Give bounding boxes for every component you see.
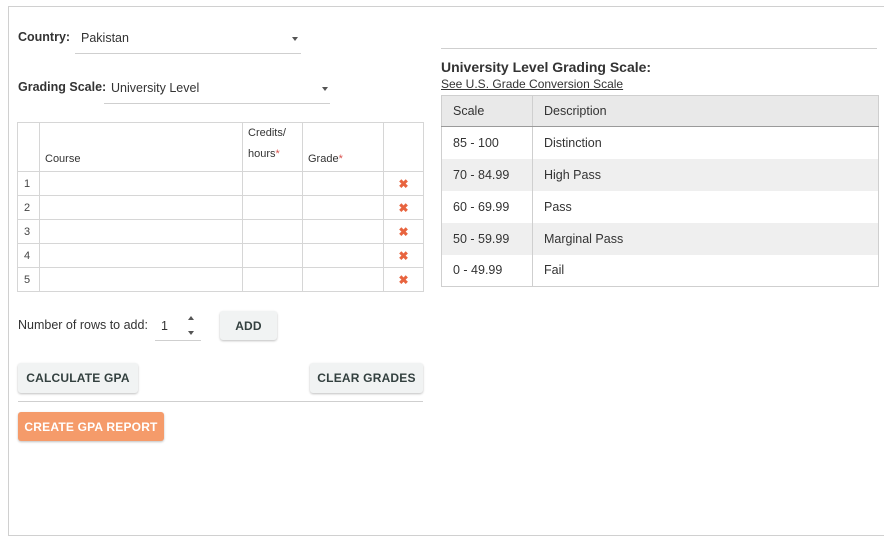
table-row: 70 - 84.99 High Pass [441,158,879,191]
delete-row-icon[interactable]: ✖ [383,171,424,196]
table-row: 2 ✖ [17,195,424,220]
grade-header: Grade* [302,122,384,172]
course-input[interactable] [39,219,243,244]
grade-input[interactable] [302,243,384,268]
chevron-down-icon [292,37,298,41]
rows-to-add-stepper[interactable]: 1 [155,312,201,341]
course-input[interactable] [39,243,243,268]
create-gpa-report-button[interactable]: CREATE GPA REPORT [18,412,164,441]
description-cell: High Pass [532,158,879,191]
grading-scale-value: University Level [111,81,200,95]
description-cell: Distinction [532,126,879,159]
required-mark: * [275,148,280,160]
stepper-underline [155,340,201,341]
table-row: 50 - 59.99 Marginal Pass [441,222,879,255]
scale-header: Scale [441,95,533,127]
scale-title: University Level Grading Scale: [441,59,652,75]
table-row: 4 ✖ [17,243,424,268]
scale-cell: 70 - 84.99 [441,158,533,191]
credits-input[interactable] [242,219,303,244]
grade-input[interactable] [302,267,384,292]
select-underline [75,53,301,54]
table-row: 3 ✖ [17,219,424,244]
row-number: 4 [17,243,40,268]
credits-input[interactable] [242,267,303,292]
scale-cell: 85 - 100 [441,126,533,159]
course-input[interactable] [39,171,243,196]
grade-input[interactable] [302,195,384,220]
course-input[interactable] [39,267,243,292]
stepper-down-icon[interactable] [188,331,194,335]
conversion-scale-link[interactable]: See U.S. Grade Conversion Scale [441,77,623,91]
grading-scale-table: Scale Description 85 - 100 Distinction 7… [441,95,879,287]
chevron-down-icon [322,87,328,91]
divider [18,401,423,402]
actions-header [383,122,424,172]
scale-cell: 50 - 59.99 [441,222,533,255]
table-row: 0 - 49.99 Fail [441,254,879,287]
description-header: Description [532,95,879,127]
description-cell: Pass [532,190,879,223]
grade-input[interactable] [302,219,384,244]
credits-header: Credits/ hours* [242,122,303,172]
credits-input[interactable] [242,195,303,220]
grading-scale-label: Grading Scale: [18,80,107,94]
stepper-up-icon[interactable] [188,316,194,320]
scale-cell: 60 - 69.99 [441,190,533,223]
course-table: Course Credits/ hours* Grade* 1 ✖ 2 ✖ 3 … [17,122,424,292]
rows-to-add-label: Number of rows to add: [18,318,148,332]
course-input[interactable] [39,195,243,220]
delete-row-icon[interactable]: ✖ [383,195,424,220]
row-number: 3 [17,219,40,244]
scale-cell: 0 - 49.99 [441,254,533,287]
delete-row-icon[interactable]: ✖ [383,243,424,268]
clear-grades-button[interactable]: CLEAR GRADES [310,363,423,393]
table-row: 85 - 100 Distinction [441,126,879,159]
row-number: 2 [17,195,40,220]
credits-input[interactable] [242,171,303,196]
row-number: 1 [17,171,40,196]
add-rows-button[interactable]: ADD [220,311,277,340]
required-mark: * [338,153,343,165]
scale-divider [441,48,877,49]
course-header: Course [39,122,243,172]
rows-to-add-value: 1 [161,319,168,333]
table-row: 5 ✖ [17,267,424,292]
delete-row-icon[interactable]: ✖ [383,267,424,292]
country-label: Country: [18,30,71,44]
country-value: Pakistan [81,31,129,45]
row-number-header [17,122,40,172]
scale-table-header: Scale Description [441,95,879,127]
description-cell: Fail [532,254,879,287]
row-number: 5 [17,267,40,292]
delete-row-icon[interactable]: ✖ [383,219,424,244]
credits-input[interactable] [242,243,303,268]
calculate-gpa-button[interactable]: CALCULATE GPA [18,363,138,393]
grading-scale-select[interactable]: University Level [104,76,330,104]
select-underline [104,103,330,104]
table-row: 1 ✖ [17,171,424,196]
country-select[interactable]: Pakistan [75,26,301,54]
description-cell: Marginal Pass [532,222,879,255]
table-row: 60 - 69.99 Pass [441,190,879,223]
course-table-header: Course Credits/ hours* Grade* [17,122,424,172]
grade-input[interactable] [302,171,384,196]
